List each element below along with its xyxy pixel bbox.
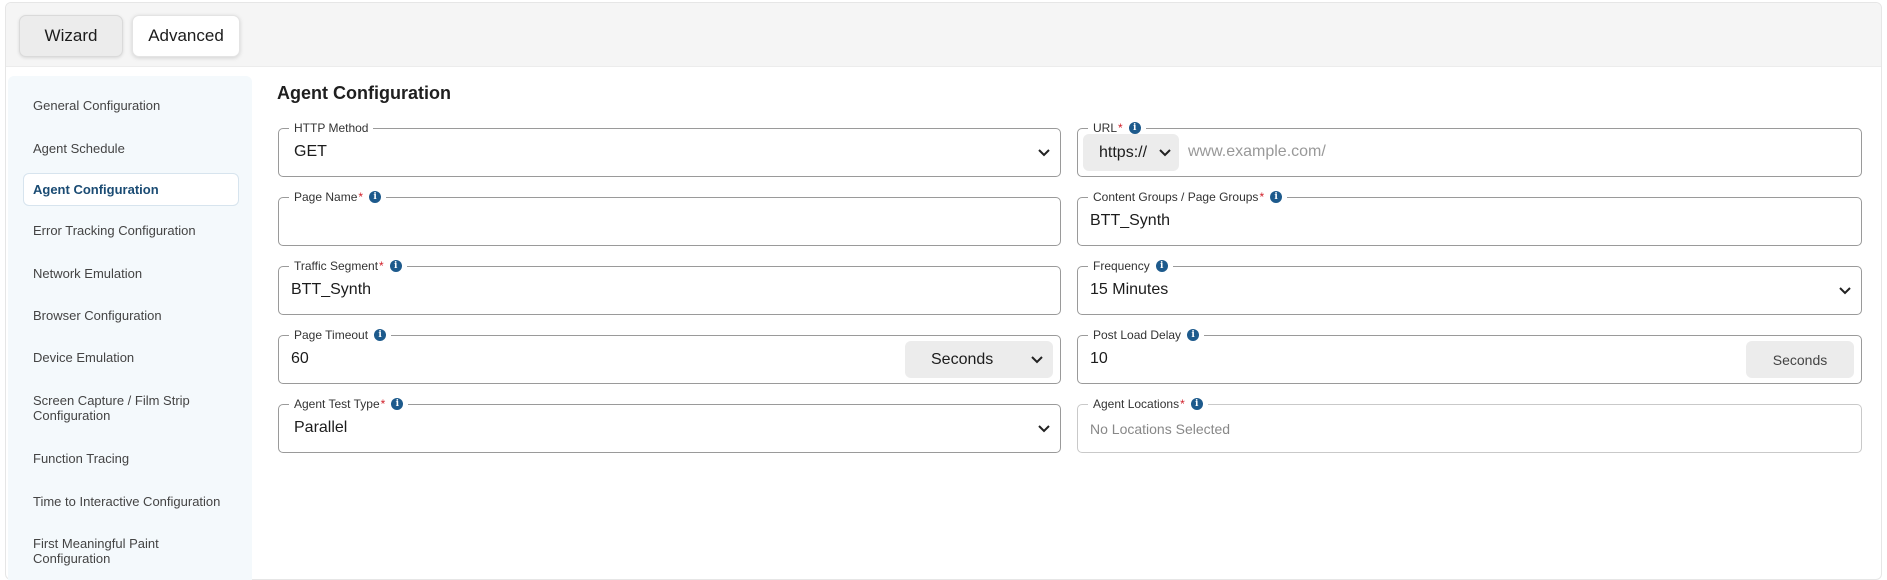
agent-test-type-select[interactable]: Agent Test Type * i Parallel bbox=[278, 396, 1061, 453]
sidebar-item-first-meaningful-paint[interactable]: First Meaningful Paint Configuration bbox=[23, 536, 183, 566]
info-icon[interactable]: i bbox=[1270, 191, 1283, 203]
sidebar-item-device-emulation[interactable]: Device Emulation bbox=[23, 350, 239, 365]
chevron-down-icon bbox=[1036, 420, 1052, 436]
sidebar-item-agent-configuration[interactable]: Agent Configuration bbox=[23, 173, 239, 206]
sidebar-item-agent-schedule[interactable]: Agent Schedule bbox=[23, 141, 239, 156]
page-timeout-unit-select[interactable]: Seconds bbox=[905, 341, 1053, 378]
chevron-down-icon bbox=[1157, 144, 1173, 160]
chevron-down-icon bbox=[1837, 282, 1853, 298]
content-groups-input[interactable]: Content Groups / Page Groups * i BTT_Synth bbox=[1077, 189, 1862, 246]
chevron-down-icon bbox=[1029, 351, 1045, 367]
url-field[interactable]: URL * i https:// www.example.com/ bbox=[1077, 120, 1862, 177]
page-timeout-input[interactable]: Page Timeout i 60 Seconds bbox=[278, 327, 1061, 384]
sidebar-item-general-configuration[interactable]: General Configuration bbox=[23, 98, 239, 113]
page-timeout-value: 60 bbox=[291, 350, 309, 367]
wizard-button[interactable]: Wizard bbox=[19, 15, 123, 57]
post-load-delay-input[interactable]: Post Load Delay i 10 Seconds bbox=[1077, 327, 1862, 384]
sidebar-item-function-tracing[interactable]: Function Tracing bbox=[23, 451, 239, 466]
url-input[interactable]: www.example.com/ bbox=[1188, 143, 1326, 161]
info-icon[interactable]: i bbox=[391, 398, 404, 410]
info-icon[interactable]: i bbox=[374, 329, 387, 341]
frequency-label: Frequency i bbox=[1088, 258, 1173, 274]
info-icon[interactable]: i bbox=[1187, 329, 1200, 341]
http-method-value: GET bbox=[294, 143, 327, 160]
http-method-label: HTTP Method bbox=[289, 120, 374, 136]
traffic-segment-value: BTT_Synth bbox=[291, 281, 372, 298]
http-method-select[interactable]: HTTP Method GET bbox=[278, 120, 1061, 177]
info-icon[interactable]: i bbox=[1190, 398, 1203, 410]
content-groups-label: Content Groups / Page Groups * i bbox=[1088, 189, 1288, 205]
chevron-down-icon bbox=[1036, 144, 1052, 160]
info-icon[interactable]: i bbox=[369, 191, 382, 203]
agent-locations-value: No Locations Selected bbox=[1090, 421, 1231, 437]
sidebar-item-browser-configuration[interactable]: Browser Configuration bbox=[23, 308, 239, 323]
protocol-select[interactable]: https:// bbox=[1083, 134, 1179, 171]
info-icon[interactable]: i bbox=[1128, 122, 1141, 134]
advanced-button[interactable]: Advanced bbox=[132, 15, 240, 57]
page-name-label: Page Name * i bbox=[289, 189, 387, 205]
info-icon[interactable]: i bbox=[1155, 260, 1168, 272]
sidebar-item-error-tracking-configuration[interactable]: Error Tracking Configuration bbox=[23, 223, 239, 238]
page-name-input[interactable]: Page Name * i bbox=[278, 189, 1061, 246]
frequency-value: 15 Minutes bbox=[1090, 281, 1169, 298]
mode-toolbar: Wizard Advanced bbox=[6, 3, 1881, 67]
post-load-delay-unit: Seconds bbox=[1746, 341, 1854, 378]
post-load-delay-value: 10 bbox=[1090, 350, 1108, 367]
agent-locations-field[interactable]: Agent Locations * i No Locations Selected bbox=[1077, 396, 1862, 453]
page-title: Agent Configuration bbox=[277, 83, 451, 103]
agent-locations-label: Agent Locations * i bbox=[1088, 396, 1208, 412]
traffic-segment-label: Traffic Segment * i bbox=[289, 258, 407, 274]
frequency-select[interactable]: Frequency i 15 Minutes bbox=[1077, 258, 1862, 315]
post-load-delay-label: Post Load Delay i bbox=[1088, 327, 1205, 343]
info-icon[interactable]: i bbox=[389, 260, 402, 272]
agent-test-type-value: Parallel bbox=[294, 419, 348, 436]
content-groups-value: BTT_Synth bbox=[1090, 212, 1171, 229]
sidebar-item-network-emulation[interactable]: Network Emulation bbox=[23, 266, 239, 281]
config-sidebar: General Configuration Agent Schedule Age… bbox=[8, 76, 252, 580]
sidebar-item-time-to-interactive[interactable]: Time to Interactive Configuration bbox=[23, 494, 239, 509]
traffic-segment-input[interactable]: Traffic Segment * i BTT_Synth bbox=[278, 258, 1061, 315]
sidebar-item-screen-capture[interactable]: Screen Capture / Film Strip Configuratio… bbox=[23, 393, 213, 423]
page-timeout-label: Page Timeout i bbox=[289, 327, 392, 343]
agent-test-type-label: Agent Test Type * i bbox=[289, 396, 409, 412]
